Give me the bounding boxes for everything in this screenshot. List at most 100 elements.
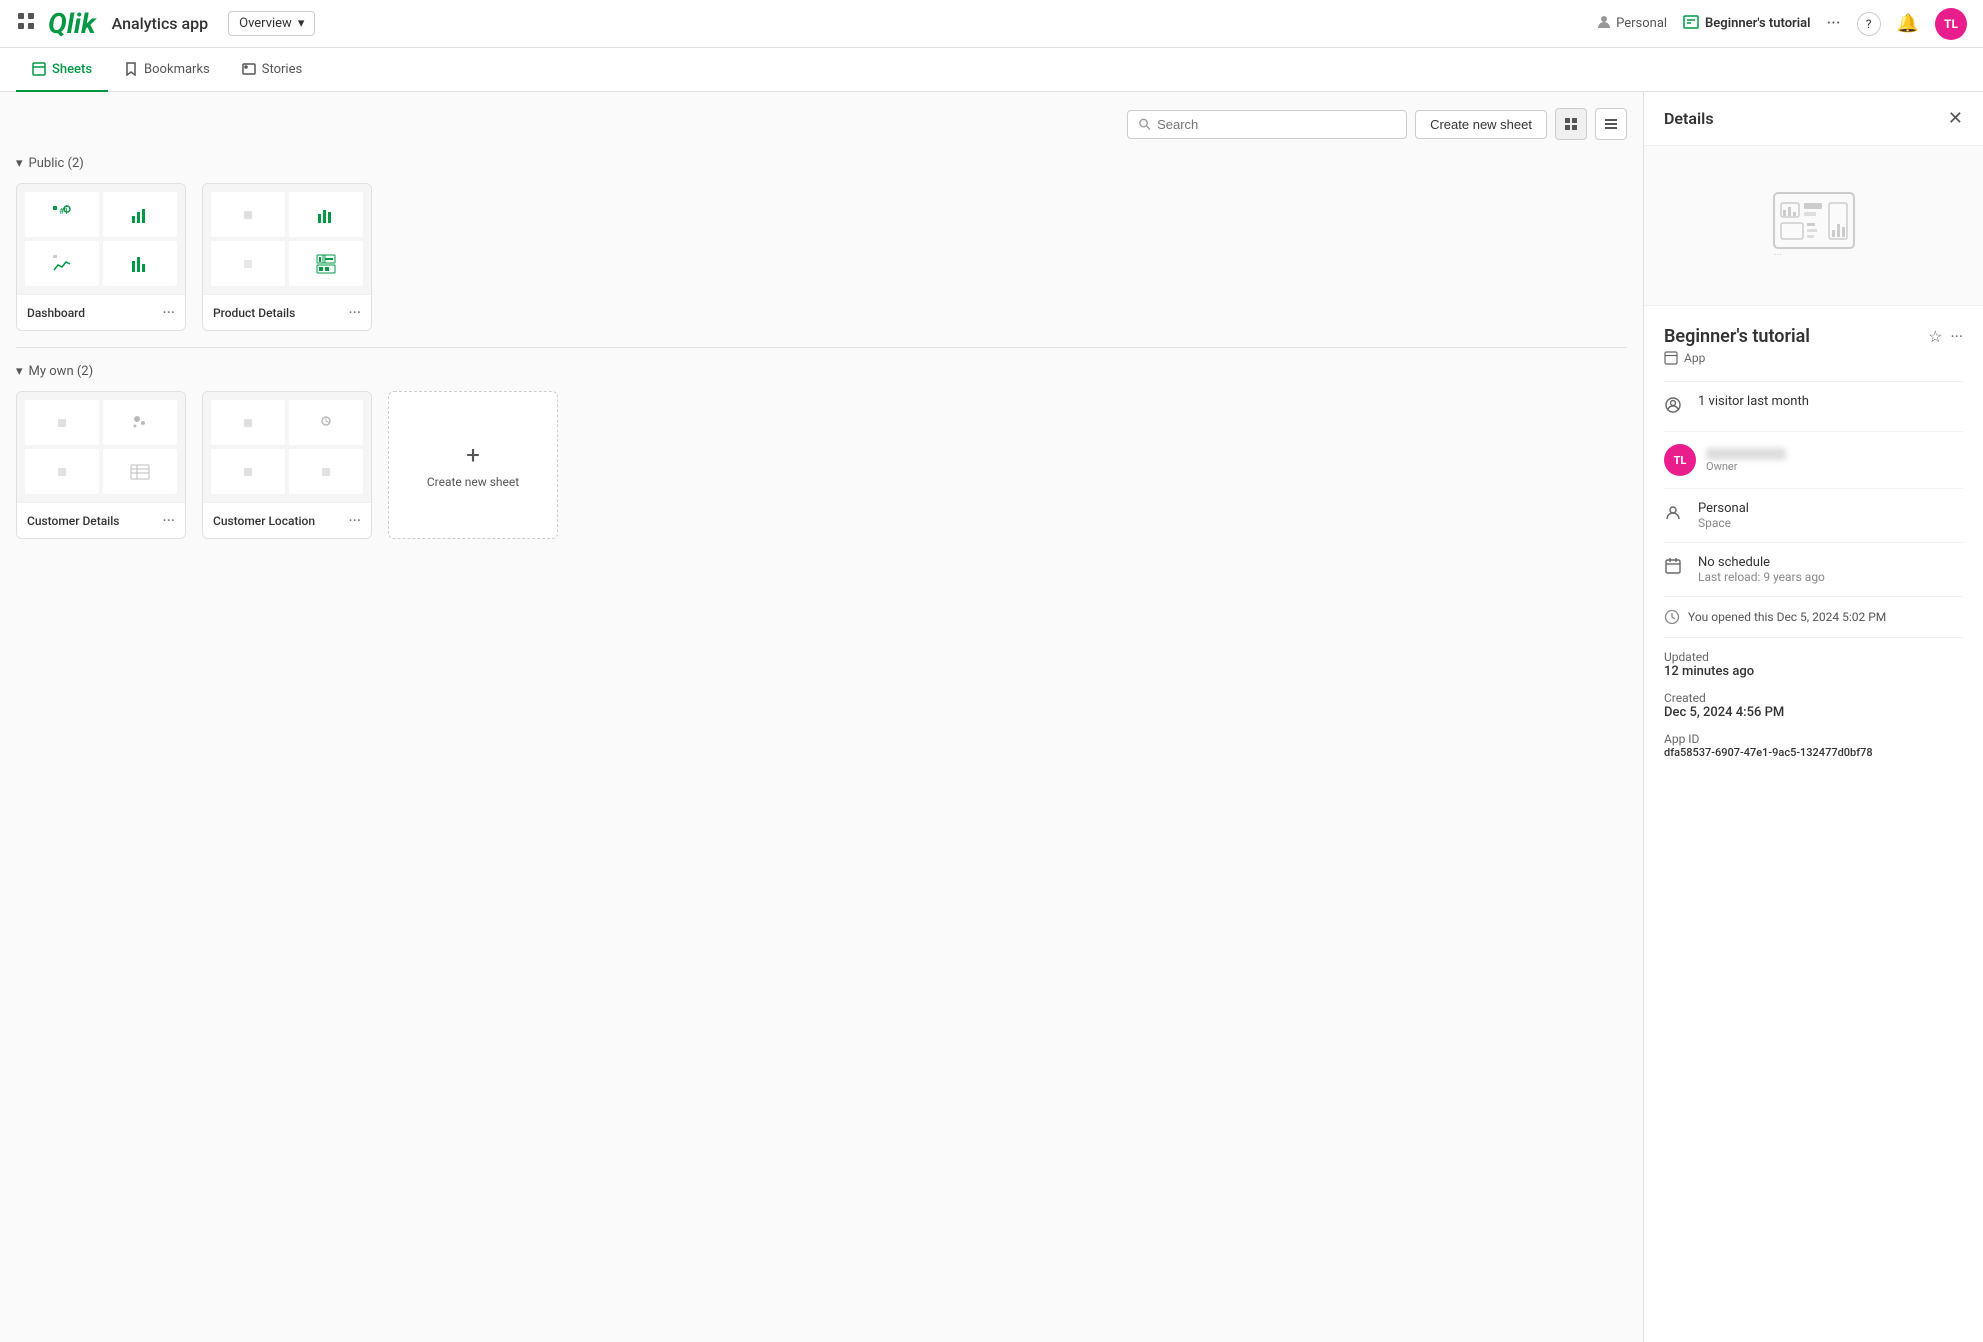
details-content: Beginner's tutorial ☆ ··· App 1 visitor … [1644, 306, 1983, 791]
content-area: Create new sheet ▾ Public (2) [0, 92, 1643, 1342]
notifications-bell-icon[interactable]: 🔔 [1897, 13, 1919, 34]
owner-label: Owner [1706, 460, 1786, 473]
updated-label: Updated [1664, 650, 1963, 664]
create-sheet-card[interactable]: + Create new sheet [388, 391, 558, 539]
details-header: Details ✕ [1644, 92, 1983, 146]
public-section-label: Public (2) [29, 156, 84, 171]
dashboard-name: Dashboard [27, 306, 85, 320]
tutorial-label: Beginner's tutorial [1705, 16, 1810, 31]
create-new-sheet-button[interactable]: Create new sheet [1415, 110, 1547, 139]
app-id-label: App ID [1664, 732, 1963, 746]
app-type-label: App [1684, 351, 1705, 365]
customer-details-more-button[interactable]: ··· [162, 511, 175, 530]
dashboard-footer: Dashboard ··· [17, 294, 185, 330]
details-app-name-row: Beginner's tutorial ☆ ··· [1664, 326, 1963, 347]
product-details-footer: Product Details ··· [203, 294, 371, 330]
app-title: Analytics app [112, 14, 209, 33]
visitors-row: 1 visitor last month [1664, 394, 1963, 419]
space-name: Personal [1698, 501, 1749, 516]
schedule-name: No schedule [1698, 555, 1825, 570]
dashboard-thumbnail: #1 [17, 184, 185, 294]
more-options-icon[interactable]: ··· [1826, 13, 1840, 34]
tab-sheets[interactable]: Sheets [16, 49, 108, 92]
create-sheet-plus-icon: + [466, 441, 480, 469]
app-id-value: dfa58537-6907-47e1-9ac5-132477d0bf78 [1664, 746, 1963, 759]
schedule-icon [1664, 557, 1686, 580]
tutorial-button[interactable]: Beginner's tutorial [1683, 14, 1810, 34]
visitors-text: 1 visitor last month [1698, 394, 1809, 409]
cl-cell-3 [211, 449, 285, 494]
sheet-card-product-details[interactable]: Product Details ··· [202, 183, 372, 331]
cd-cell-3 [25, 449, 99, 494]
tutorial-icon [1683, 14, 1699, 34]
created-stat: Created Dec 5, 2024 4:56 PM [1664, 691, 1963, 720]
overview-label: Overview [239, 16, 292, 31]
create-sheet-label: Create new sheet [427, 475, 519, 489]
tab-bookmarks-label: Bookmarks [144, 62, 210, 77]
cl-cell-1 [211, 400, 285, 445]
thumb-cell-p1 [211, 192, 285, 237]
customer-details-footer: Customer Details ··· [17, 502, 185, 538]
space-divider [1664, 488, 1963, 489]
favorite-star-button[interactable]: ☆ [1928, 327, 1942, 346]
grid-menu-icon[interactable] [16, 11, 36, 36]
user-avatar[interactable]: TL [1935, 8, 1967, 40]
my-own-section-header[interactable]: ▾ My own (2) [16, 364, 1627, 379]
owner-divider [1664, 431, 1963, 432]
opened-row: You opened this Dec 5, 2024 5:02 PM [1664, 609, 1963, 625]
owner-avatar: TL [1664, 444, 1696, 476]
owner-name-blurred [1706, 448, 1786, 460]
updated-stat: Updated 12 minutes ago [1664, 650, 1963, 679]
sheet-card-dashboard[interactable]: #1 [16, 183, 186, 331]
svg-text:···: ··· [1774, 250, 1782, 261]
app-type-icon [1664, 351, 1678, 365]
opened-divider [1664, 596, 1963, 597]
customer-details-name: Customer Details [27, 514, 119, 528]
clock-icon [1664, 609, 1680, 625]
sheet-card-customer-location[interactable]: Customer Location ··· [202, 391, 372, 539]
thumb-cell-p4 [289, 241, 363, 286]
search-box[interactable] [1127, 110, 1407, 139]
schedule-sub: Last reload: 9 years ago [1698, 570, 1825, 584]
details-app-type: App [1664, 351, 1963, 365]
customer-location-more-button[interactable]: ··· [348, 511, 361, 530]
meta-divider [1664, 637, 1963, 638]
overview-dropdown[interactable]: Overview ▾ [228, 11, 315, 36]
my-own-section-label: My own (2) [29, 364, 94, 379]
collapse-public-icon: ▾ [16, 156, 23, 171]
help-button[interactable]: ? [1857, 12, 1881, 36]
toolbar: Create new sheet [16, 108, 1627, 140]
personal-icon [1596, 14, 1612, 34]
space-row: Personal Space [1664, 501, 1963, 530]
details-close-button[interactable]: ✕ [1948, 108, 1963, 129]
product-details-name: Product Details [213, 306, 295, 320]
owner-row: TL Owner [1664, 444, 1963, 476]
view-grid-button[interactable] [1555, 108, 1587, 140]
customer-location-thumbnail [203, 392, 371, 502]
created-label: Created [1664, 691, 1963, 705]
details-kebab-button[interactable]: ··· [1950, 327, 1963, 346]
app-id-stat: App ID dfa58537-6907-47e1-9ac5-132477d0b… [1664, 732, 1963, 759]
search-input[interactable] [1157, 117, 1396, 132]
opened-text: You opened this Dec 5, 2024 5:02 PM [1688, 610, 1886, 624]
customer-location-name: Customer Location [213, 514, 315, 528]
thumb-cell-2 [103, 192, 177, 237]
cl-cell-2 [289, 400, 363, 445]
details-app-name-text: Beginner's tutorial [1664, 326, 1810, 347]
personal-space[interactable]: Personal [1596, 14, 1667, 34]
tab-bookmarks[interactable]: Bookmarks [108, 49, 226, 92]
tab-stories[interactable]: Stories [226, 49, 318, 92]
details-panel: Details ✕ [1643, 92, 1983, 1342]
created-value: Dec 5, 2024 4:56 PM [1664, 705, 1963, 720]
dashboard-more-button[interactable]: ··· [162, 303, 175, 322]
product-details-thumbnail [203, 184, 371, 294]
thumb-cell-p3 [211, 241, 285, 286]
sheet-card-customer-details[interactable]: Customer Details ··· [16, 391, 186, 539]
sub-nav-tabs: Sheets Bookmarks Stories [0, 48, 1983, 92]
public-section-header[interactable]: ▾ Public (2) [16, 156, 1627, 171]
main-layout: Create new sheet ▾ Public (2) [0, 92, 1983, 1342]
view-list-button[interactable] [1595, 108, 1627, 140]
product-details-more-button[interactable]: ··· [348, 303, 361, 322]
space-icon [1664, 503, 1686, 526]
schedule-row: No schedule Last reload: 9 years ago [1664, 555, 1963, 584]
